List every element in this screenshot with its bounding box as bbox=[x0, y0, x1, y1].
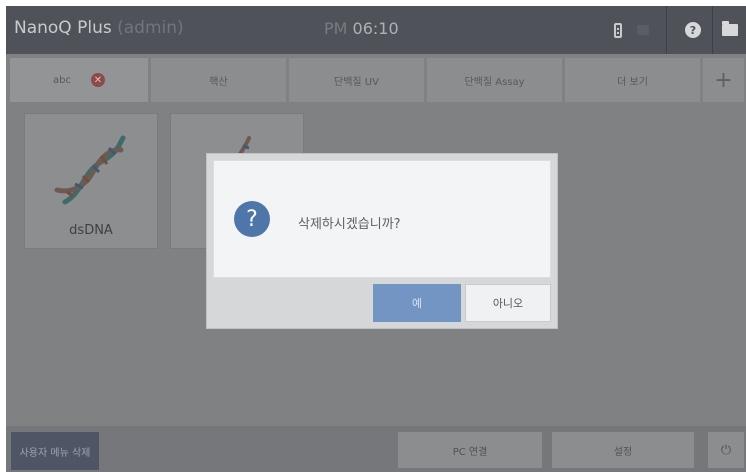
clock-ampm: PM bbox=[324, 19, 348, 38]
settings-button[interactable]: 설정 bbox=[552, 432, 694, 468]
tab-label: 더 보기 bbox=[617, 76, 648, 88]
battery-icon bbox=[606, 6, 630, 54]
close-icon[interactable]: ✕ bbox=[90, 73, 105, 87]
tab-label: 단백질 Assay bbox=[464, 76, 525, 88]
delete-user-menu-button[interactable]: 사용자 메뉴 삭제 bbox=[11, 432, 99, 470]
dna-icon bbox=[54, 135, 126, 205]
status-icon bbox=[632, 6, 654, 54]
help-icon[interactable]: ? bbox=[676, 6, 710, 54]
confirm-dialog: ? 삭제하시겠습니까? 예 아니오 bbox=[206, 153, 558, 329]
user-role: (admin) bbox=[117, 18, 184, 38]
bottom-bar: 사용자 메뉴 삭제 PC 연결 설정 ⏻ bbox=[6, 426, 746, 472]
question-icon: ? bbox=[234, 201, 270, 237]
dialog-message: 삭제하시겠습니까? bbox=[298, 217, 401, 232]
tab-nucleic-acid[interactable]: 핵산 bbox=[151, 58, 286, 102]
app-screen: NanoQ Plus (admin) PM 06:10 ? abc ✕ 핵산 단… bbox=[6, 6, 746, 472]
pc-connect-button[interactable]: PC 연결 bbox=[398, 432, 542, 468]
clock: PM 06:10 bbox=[324, 19, 399, 38]
folder-icon[interactable] bbox=[714, 6, 746, 54]
app-name: NanoQ Plus bbox=[14, 18, 112, 38]
plus-icon: + bbox=[714, 67, 733, 93]
power-button[interactable]: ⏻ bbox=[708, 432, 744, 468]
tab-protein-uv[interactable]: 단백질 UV bbox=[289, 58, 424, 102]
tab-more[interactable]: 더 보기 bbox=[565, 58, 700, 102]
tab-label: abc bbox=[53, 74, 71, 86]
dialog-body: ? 삭제하시겠습니까? bbox=[213, 160, 551, 278]
power-icon: ⏻ bbox=[720, 442, 732, 458]
tab-abc[interactable]: abc ✕ bbox=[10, 58, 148, 102]
tile-label: dsDNA bbox=[69, 223, 113, 238]
tab-label: 핵산 bbox=[209, 76, 228, 88]
tab-protein-assay[interactable]: 단백질 Assay bbox=[427, 58, 562, 102]
tile-dsdna[interactable]: dsDNA bbox=[24, 113, 158, 249]
yes-button[interactable]: 예 bbox=[373, 284, 461, 322]
tab-label: 단백질 UV bbox=[334, 76, 379, 88]
tab-bar: abc ✕ 핵산 단백질 UV 단백질 Assay 더 보기 + bbox=[10, 58, 744, 102]
no-button[interactable]: 아니오 bbox=[465, 284, 551, 322]
clock-time: 06:10 bbox=[352, 19, 399, 38]
header-divider bbox=[666, 6, 667, 54]
app-title: NanoQ Plus (admin) bbox=[14, 18, 184, 38]
header-divider bbox=[712, 6, 713, 54]
header-bar: NanoQ Plus (admin) PM 06:10 ? bbox=[6, 6, 746, 54]
add-tab-button[interactable]: + bbox=[703, 58, 744, 102]
